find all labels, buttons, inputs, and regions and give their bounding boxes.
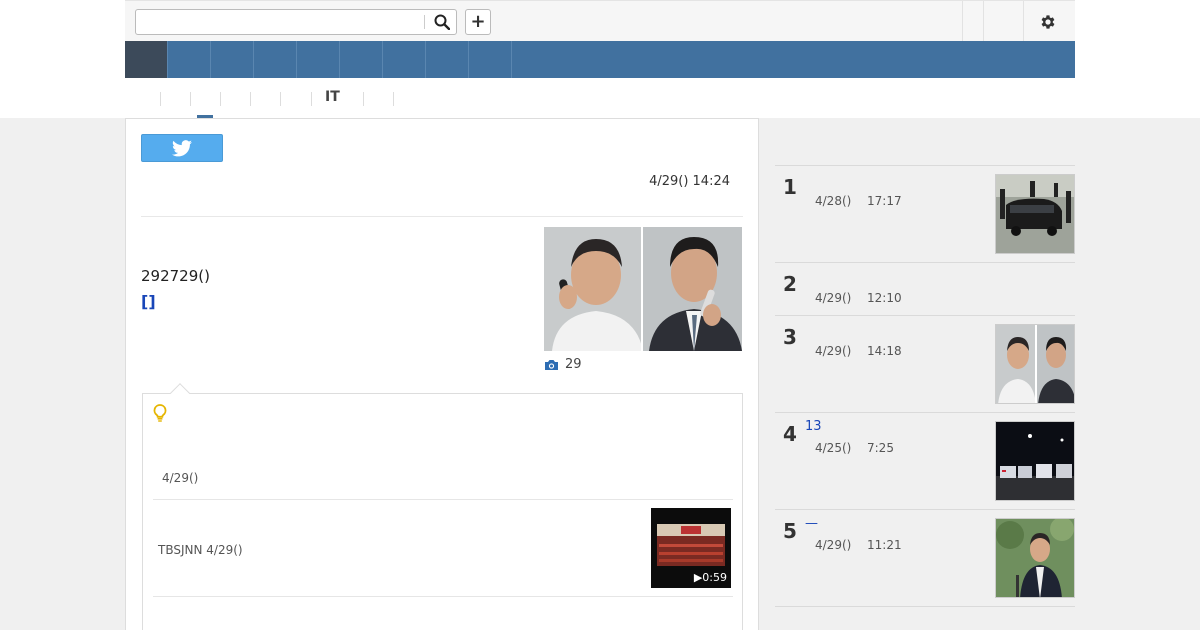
plus-icon: +	[470, 11, 486, 32]
rank-time: 12:10	[867, 291, 902, 305]
nav-item[interactable]	[469, 41, 512, 78]
ranking-item[interactable]: 3 4/29() 14:18	[775, 316, 1075, 413]
rank-date: 4/29()	[815, 538, 852, 552]
rank-number: 3	[783, 325, 797, 349]
top-bar: + IT	[0, 0, 1200, 118]
rank-number: 1	[783, 175, 797, 199]
nav-item-home[interactable]	[125, 41, 168, 78]
rank-thumbnail	[995, 174, 1075, 254]
nav-item[interactable]	[254, 41, 297, 78]
search-icon	[434, 14, 450, 30]
subnav-divider	[280, 92, 281, 106]
leaders-phone-photo	[544, 227, 742, 351]
subnav-item[interactable]	[365, 89, 391, 109]
subnav-divider	[160, 92, 161, 106]
ranking-item[interactable]: 5 — 4/29() 11:21	[775, 510, 1075, 607]
gear-icon	[1041, 15, 1055, 29]
rank-time: 7:25	[867, 441, 894, 455]
article-photo[interactable]	[544, 227, 742, 351]
search-box	[135, 9, 457, 35]
rank-thumbnail	[995, 324, 1075, 404]
rank-thumbnail	[995, 518, 1075, 598]
twitter-icon	[172, 139, 192, 156]
ranking-item[interactable]: 1 4/28() 17:17	[775, 166, 1075, 263]
leaders-thumbnail-image	[996, 325, 1074, 403]
rank-badge: —	[805, 516, 818, 531]
subnav-divider	[190, 92, 191, 106]
rank-time: 17:17	[867, 194, 902, 208]
rank-number: 4	[783, 422, 797, 446]
article-lead: 292729()	[141, 267, 210, 285]
video-source-text[interactable]: TBSJNN 4/29()	[158, 543, 243, 557]
subnav-divider	[220, 92, 221, 106]
rank-badge: 13	[805, 419, 822, 434]
twitter-share-button[interactable]	[141, 134, 223, 162]
search-divider	[424, 15, 425, 29]
ranking-item[interactable]: 2 4/29() 12:10	[775, 263, 1075, 316]
video-thumbnail[interactable]: ▶0:59	[651, 508, 731, 588]
photo-caption: 29	[544, 357, 582, 372]
search-button[interactable]	[428, 10, 456, 34]
divider	[141, 216, 743, 217]
search-input[interactable]	[136, 10, 424, 34]
add-button[interactable]: +	[465, 9, 491, 35]
settings-button[interactable]	[1037, 11, 1059, 33]
nav-item[interactable]	[383, 41, 426, 78]
lightbulb-icon	[153, 404, 167, 426]
nav-item[interactable]	[297, 41, 340, 78]
rank-number: 5	[783, 519, 797, 543]
article-panel: 4/29() 14:24 292729() [] 29 4/29() TBSJN…	[125, 118, 759, 630]
toolbar-divider	[983, 1, 984, 41]
rank-number: 2	[783, 272, 797, 296]
camera-icon	[545, 359, 558, 370]
nav-item[interactable]	[426, 41, 469, 78]
motorcade-image	[996, 175, 1074, 253]
subnav-item-it[interactable]: IT	[325, 89, 340, 105]
rank-date: 4/29()	[815, 344, 852, 358]
nav-item[interactable]	[168, 41, 211, 78]
subnav-divider	[363, 92, 364, 106]
toolbar-divider	[962, 1, 963, 41]
subnav-divider	[393, 92, 394, 106]
header-toolbar: +	[125, 0, 1075, 41]
video-duration: ▶0:59	[693, 571, 727, 584]
subnav-item[interactable]	[252, 89, 278, 109]
subnav-divider	[311, 92, 312, 106]
rank-thumbnail	[995, 421, 1075, 501]
main-nav	[125, 41, 1075, 78]
rank-time: 11:21	[867, 538, 902, 552]
subnav-item[interactable]	[129, 89, 157, 109]
rank-date: 4/29()	[815, 291, 852, 305]
info-date: 4/29()	[162, 471, 199, 485]
photo-caption-text: 29	[565, 357, 582, 372]
subnav-divider	[250, 92, 251, 106]
divider	[153, 499, 733, 500]
divider	[153, 596, 733, 597]
ranking-item[interactable]: 4 13 4/25() 7:25	[775, 413, 1075, 510]
night-vehicles-image	[996, 422, 1074, 500]
sub-nav: IT	[125, 78, 1075, 118]
subnav-item[interactable]	[162, 89, 190, 109]
subnav-item-active[interactable]	[192, 89, 218, 109]
rank-date: 4/28()	[815, 194, 852, 208]
nav-item[interactable]	[211, 41, 254, 78]
ranking-sidebar: 1 4/28() 17:17 2 4/29() 12:10 3 4/29() 1…	[775, 118, 1075, 630]
related-info-box: 4/29() TBSJNN 4/29() ▶0:59	[142, 383, 743, 630]
rank-time: 14:18	[867, 344, 902, 358]
toolbar-divider	[1023, 1, 1024, 41]
nav-item[interactable]	[340, 41, 383, 78]
rank-date: 4/25()	[815, 441, 852, 455]
callout-arrow	[170, 383, 190, 403]
article-timestamp: 4/29() 14:24	[649, 174, 730, 189]
speaker-outdoors-image	[996, 519, 1074, 597]
subnav-item[interactable]	[222, 89, 248, 109]
article-source-link[interactable]: []	[141, 292, 156, 311]
